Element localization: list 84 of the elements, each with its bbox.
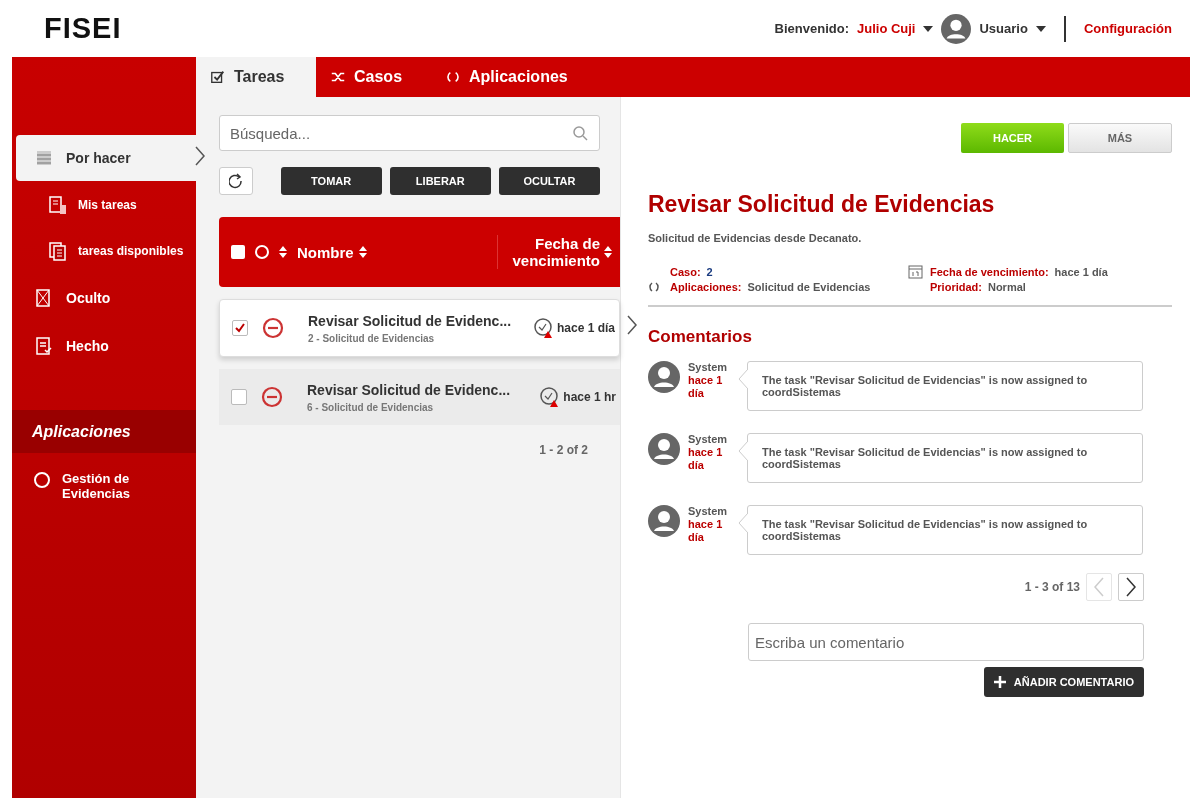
task-row[interactable]: Revisar Solicitud de Evidenc... 2 - Solicitud de Evidencias hace 1 día (219, 299, 620, 357)
sidebar-item[interactable]: Hecho (12, 323, 196, 369)
checkbox-icon (210, 68, 226, 86)
plus-icon (993, 676, 1006, 688)
comment-author: System (688, 361, 729, 374)
refresh-icon (228, 173, 243, 189)
sidebar-item[interactable]: Por hacer (16, 135, 196, 181)
role-label: Usuario (979, 21, 1028, 36)
document-icon (48, 241, 68, 261)
action-button[interactable]: LIBERAR (389, 167, 491, 195)
calendar-icon (908, 264, 923, 279)
chevron-right-icon (627, 315, 637, 335)
chevron-right-icon (1126, 577, 1136, 597)
search-field[interactable]: Búsqueda... (219, 115, 600, 151)
chevron-right-icon (195, 146, 205, 166)
pagination-label: 1 - 2 of 2 (539, 443, 588, 457)
app-item[interactable]: Gestión de Evidencias (12, 453, 196, 501)
add-comment-button[interactable]: AÑADIR COMENTARIO (983, 667, 1144, 697)
sort-icon[interactable] (279, 246, 287, 258)
caret-icon[interactable] (923, 25, 934, 32)
pagination-label: 1 - 3 of 13 (1024, 580, 1080, 594)
column-header[interactable]: Fecha de vencimiento (497, 235, 600, 269)
comment-field[interactable]: Escriba un comentario (748, 623, 1144, 661)
due-date: hace 1 día (556, 321, 615, 335)
action-button[interactable]: TOMAR (280, 167, 382, 195)
sidebar-subitem[interactable]: tareas disponibles (12, 228, 196, 274)
sort-icon[interactable] (604, 246, 612, 258)
task-title: Revisar Solicitud de Evidencias (648, 191, 996, 218)
section-title: Comentarios (648, 327, 753, 347)
field-label: Caso: (670, 265, 701, 278)
minus-circle-icon (261, 386, 283, 408)
comment-author: System (688, 505, 729, 518)
sort-icon[interactable] (358, 246, 367, 258)
next-page-button[interactable] (1118, 573, 1144, 601)
clock-alert-icon (532, 317, 555, 339)
comment-time: hace 1 día (688, 374, 724, 400)
minus-circle-icon (262, 317, 284, 339)
tab[interactable]: Aplicaciones (431, 57, 592, 97)
field-label: Prioridad: (930, 281, 982, 293)
task-detail: 2 - Solicitud de Evidencias (308, 332, 436, 344)
comment-time: hace 1 día (688, 446, 724, 472)
action-button[interactable]: OCULTAR (498, 167, 600, 195)
field-value: Normal (987, 281, 1026, 293)
user-name: Julio Cuji (857, 21, 916, 36)
avatar-icon (648, 361, 680, 393)
task-detail: 6 - Solicitud de Evidencias (307, 401, 435, 413)
chevron-left-icon (1094, 577, 1104, 597)
field-label: Aplicaciones: (670, 281, 742, 293)
status-icon (255, 245, 269, 259)
select-all-checkbox[interactable] (231, 245, 245, 259)
sync-icon (648, 281, 660, 293)
checkbox[interactable] (232, 320, 248, 336)
task-name: Revisar Solicitud de Evidenc... (308, 312, 513, 329)
section-heading: Aplicaciones (12, 410, 196, 453)
document-icon (48, 195, 68, 215)
comment-time: hace 1 día (688, 518, 724, 544)
caret-icon[interactable] (1035, 25, 1046, 32)
field-label: Fecha de vencimiento: (930, 265, 1049, 278)
more-button[interactable]: MÁS (1068, 123, 1172, 153)
settings-link[interactable]: Configuración (1083, 21, 1172, 36)
avatar-icon (941, 13, 972, 44)
task-description: Solicitud de Evidencias desde Decanato. (648, 232, 863, 244)
search-icon (572, 125, 588, 141)
task-row[interactable]: Revisar Solicitud de Evidenc... 6 - Solicitud de Evidencias hace 1 hr (219, 369, 620, 425)
speech-tail-icon (738, 441, 748, 461)
speech-tail-icon (738, 369, 748, 389)
welcome-label: Bienvenido: (774, 21, 849, 36)
column-header[interactable]: Nombre (297, 243, 354, 261)
logo: FISEI (44, 12, 122, 45)
refresh-button[interactable] (219, 167, 253, 195)
sidebar-subitem[interactable]: Mis tareas (12, 182, 196, 228)
tab[interactable]: Tareas (196, 57, 316, 97)
field-value: hace 1 día (1054, 265, 1108, 278)
comment-author: System (688, 433, 729, 446)
avatar-icon (648, 505, 680, 537)
tab[interactable]: Casos (316, 57, 431, 97)
task-name: Revisar Solicitud de Evidenc... (307, 381, 512, 398)
sidebar-item[interactable]: Oculto (12, 275, 196, 321)
due-date: hace 1 hr (563, 390, 616, 404)
speech-tail-icon (738, 513, 748, 533)
field-value: Solicitud de Evidencias (747, 281, 871, 293)
checkbox[interactable] (231, 389, 247, 405)
avatar-icon (648, 433, 680, 465)
field-value: 2 (706, 265, 713, 278)
